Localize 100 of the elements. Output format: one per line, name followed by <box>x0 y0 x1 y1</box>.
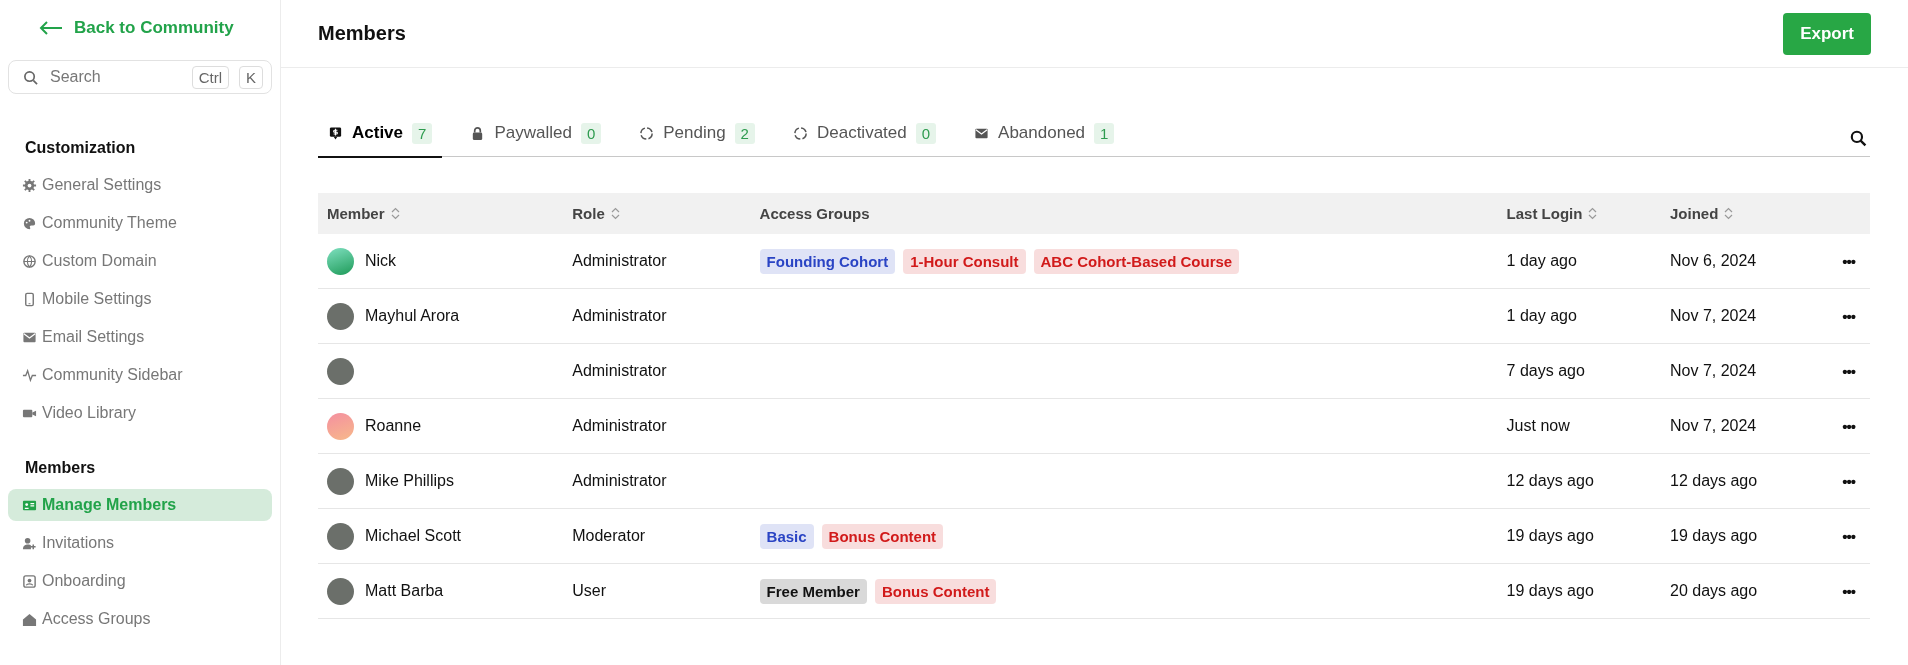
member-name: Roanne <box>365 417 422 435</box>
sort-icon <box>1588 207 1598 220</box>
sidebar-item[interactable]: General Settings <box>8 169 272 201</box>
avatar-photo-placeholder <box>327 577 354 605</box>
member-name: Matt Barba <box>365 582 444 600</box>
sidebar-item[interactable]: Community Sidebar <box>8 359 272 391</box>
palette-icon <box>22 215 37 231</box>
role-text: User <box>572 582 606 599</box>
sidebar-item[interactable]: Custom Domain <box>8 245 272 277</box>
role-text: Administrator <box>572 472 667 489</box>
column-header[interactable]: Member <box>327 205 400 222</box>
more-options-button[interactable]: ••• <box>1836 526 1861 546</box>
sidebar-item[interactable]: Invitations <box>8 527 272 559</box>
avatar-circle <box>327 247 354 275</box>
user-plus-icon <box>22 535 37 551</box>
role-text: Administrator <box>572 307 667 324</box>
tab-label: Pending <box>663 123 726 143</box>
tab[interactable]: Abandoned 1 <box>964 122 1125 158</box>
globe-icon <box>22 253 37 269</box>
sidebar-item[interactable]: Email Settings <box>8 321 272 353</box>
access-group-tag: Bonus Content <box>821 523 944 549</box>
search-field[interactable]: Search Ctrl K <box>8 60 272 94</box>
joined-date: Nov 7, 2024 <box>1670 362 1757 379</box>
access-group-tag: 1-Hour Consult <box>903 248 1026 274</box>
sort-icon <box>610 207 620 220</box>
more-options-button[interactable]: ••• <box>1836 471 1861 491</box>
shortcut-key: K <box>239 65 263 89</box>
sort-icon <box>1724 207 1734 220</box>
arrow-left-icon <box>38 20 64 36</box>
gear-icon <box>22 177 37 193</box>
badge-icon <box>22 573 37 589</box>
count-badge: 0 <box>915 122 937 144</box>
tab-label: Active <box>352 123 404 143</box>
tab[interactable]: Pending 2 <box>629 122 765 158</box>
tab[interactable]: Deactivated 0 <box>782 122 947 158</box>
last-login-text: 19 days ago <box>1506 582 1594 599</box>
avatar-photo-placeholder <box>327 357 354 385</box>
more-options-button[interactable]: ••• <box>1836 251 1861 271</box>
avatar-photo-placeholder <box>327 302 354 330</box>
page-title: Members <box>318 22 406 45</box>
role-text: Administrator <box>572 362 667 379</box>
sort-icon <box>390 207 400 220</box>
sidebar-item[interactable]: Onboarding <box>8 565 272 597</box>
spinner-icon <box>639 125 655 141</box>
joined-date: Nov 6, 2024 <box>1670 252 1757 269</box>
more-options-button[interactable]: ••• <box>1836 306 1861 326</box>
sidebar-item[interactable]: Mobile Settings <box>8 283 272 315</box>
last-login-text: 7 days ago <box>1506 362 1585 379</box>
more-options-button[interactable]: ••• <box>1836 416 1861 436</box>
more-options-button[interactable]: ••• <box>1836 581 1861 601</box>
tab-label: Abandoned <box>998 123 1086 143</box>
count-badge: 0 <box>580 122 602 144</box>
joined-date: Nov 7, 2024 <box>1670 307 1757 324</box>
role-text: Administrator <box>572 252 667 269</box>
search-icon[interactable] <box>1850 130 1867 147</box>
tab[interactable]: Paywalled 0 <box>460 122 612 158</box>
access-group-tag: Bonus Content <box>874 578 997 604</box>
count-badge: 7 <box>412 122 433 144</box>
member-name: Mike Phillips <box>365 472 454 490</box>
avatar-photo-placeholder <box>327 467 354 495</box>
column-header[interactable]: Joined <box>1670 205 1734 222</box>
count-badge: 1 <box>1094 122 1115 144</box>
access-group-tag: ABC Cohort-Based Course <box>1033 248 1240 274</box>
last-login-text: 1 day ago <box>1506 307 1577 324</box>
sidebar-item[interactable]: Video Library <box>8 397 272 429</box>
access-group-tag: Free Member <box>759 578 867 604</box>
role-text: Administrator <box>572 417 667 434</box>
column-header[interactable]: Role <box>572 205 620 222</box>
last-login-text: Just now <box>1506 417 1570 434</box>
sidebar-item[interactable]: Community Theme <box>8 207 272 239</box>
role-text: Moderator <box>572 527 646 544</box>
tab-label: Deactivated <box>816 123 907 143</box>
joined-date: 20 days ago <box>1670 582 1758 599</box>
joined-date: 19 days ago <box>1670 527 1758 544</box>
member-name: Mayhul Arora <box>365 307 460 325</box>
more-options-button[interactable]: ••• <box>1836 361 1861 381</box>
avatar-circle <box>327 412 354 440</box>
shortcut-key: Ctrl <box>191 65 229 89</box>
member-name: Nick <box>365 252 397 270</box>
dollar-icon <box>328 125 343 141</box>
last-login-text: 12 days ago <box>1506 472 1594 489</box>
house-icon <box>22 611 37 627</box>
avatar-photo-placeholder <box>327 522 354 550</box>
member-name: Michael Scott <box>365 527 462 545</box>
tab[interactable]: Active 7 <box>318 122 443 158</box>
last-login-text: 19 days ago <box>1506 527 1594 544</box>
pulse-icon <box>22 367 37 383</box>
section-heading: Members <box>24 459 97 477</box>
last-login-text: 1 day ago <box>1506 252 1577 269</box>
joined-date: 12 days ago <box>1670 472 1758 489</box>
access-group-tag: Basic <box>759 523 814 549</box>
section-heading: Customization <box>24 139 137 157</box>
tab-label: Paywalled <box>494 123 572 143</box>
joined-date: Nov 7, 2024 <box>1670 417 1757 434</box>
sidebar-item[interactable]: Access Groups <box>8 603 272 635</box>
access-group-tag: Founding Cohort <box>759 248 896 274</box>
column-header: Access Groups <box>759 205 870 222</box>
phone-icon <box>22 291 37 307</box>
count-badge: 2 <box>734 122 755 144</box>
search-input[interactable]: Search <box>48 67 182 87</box>
